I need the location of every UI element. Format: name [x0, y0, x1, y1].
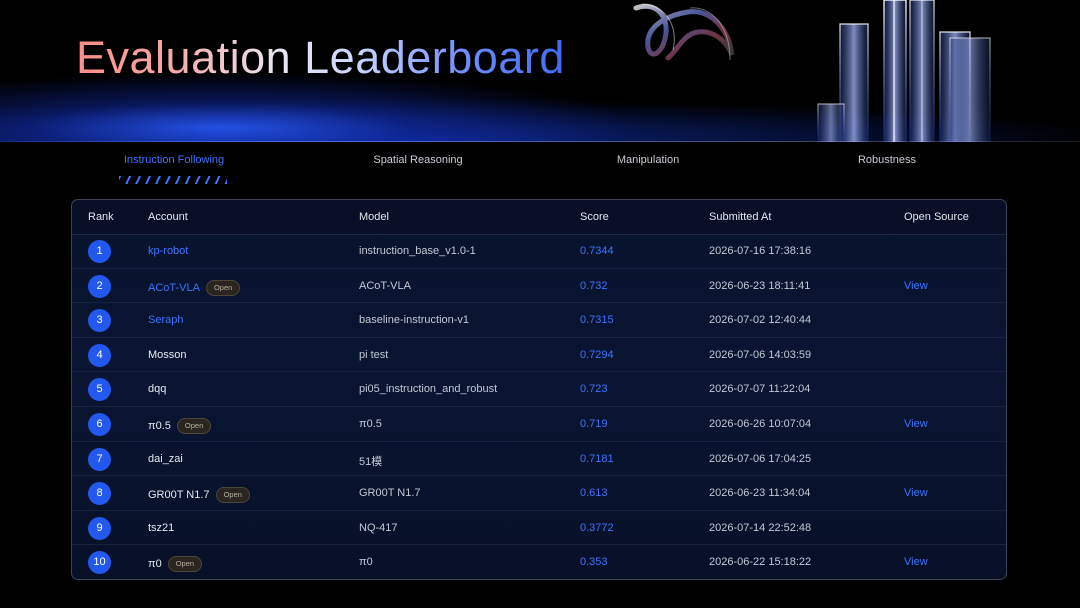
- score-cell: 0.732: [580, 279, 608, 292]
- page-title: Evaluation Leaderboard: [76, 30, 565, 86]
- account-name[interactable]: kp-robot: [148, 245, 188, 257]
- account-cell: dai_zai: [148, 453, 183, 465]
- score-cell: 0.7315: [580, 314, 614, 327]
- submitted-at-cell: 2026-07-02 12:40:44: [709, 314, 812, 327]
- account-cell: GR00T N1.7 Open: [148, 487, 250, 504]
- model-cell: baseline-instruction-v1: [359, 314, 470, 327]
- submitted-at-cell: 2026-07-14 22:52:48: [709, 521, 812, 534]
- account-cell: dqq: [148, 383, 166, 395]
- rank-badge: 10: [88, 551, 111, 575]
- submitted-at-cell: 2026-06-23 18:11:41: [709, 279, 811, 292]
- model-cell: instruction_base_v1.0-1: [359, 245, 476, 257]
- account-name[interactable]: ACoT-VLA: [148, 282, 200, 294]
- model-cell: pi test: [359, 348, 389, 361]
- table-row-3: 3 Seraph baseline-instruction-v1 0.7315 …: [72, 303, 1006, 338]
- open-badge: Open: [176, 417, 212, 434]
- open-badge: Open: [215, 487, 250, 504]
- account-cell: Mosson: [148, 349, 187, 361]
- account-cell: tsz21: [148, 522, 174, 534]
- account-cell: Seraph: [148, 314, 183, 326]
- account-cell: kp-robot: [148, 245, 188, 257]
- score-cell: 0.3772: [580, 521, 614, 534]
- open-badge: Open: [205, 279, 241, 296]
- table-row-5: 5 dqq pi05_instruction_and_robust 0.723 …: [72, 372, 1006, 407]
- view-source-link[interactable]: View: [904, 556, 928, 568]
- model-cell: pi05_instruction_and_robust: [359, 383, 498, 396]
- column-header-model: Model: [359, 211, 389, 223]
- rank-badge: 7: [88, 447, 111, 471]
- leaderboard-page: Evaluation Leaderboard Instruction Follo…: [0, 0, 1080, 608]
- submitted-at-cell: 2026-07-06 17:04:25: [709, 452, 812, 465]
- table-row-2: 2 ACoT-VLA Open ACoT-VLA 0.732 2026-06-23…: [72, 269, 1006, 304]
- leaderboard-table: Rank Account Model Score Submitted At Op…: [71, 199, 1007, 580]
- model-cell: π0.5: [359, 417, 382, 430]
- glass-ribbon-decoration: [633, 3, 735, 61]
- submitted-at-cell: 2026-06-22 15:18:22: [709, 556, 812, 569]
- view-source-link[interactable]: View: [904, 280, 928, 292]
- column-header-account: Account: [148, 211, 188, 223]
- rank-badge: 9: [88, 516, 111, 540]
- table-row-10: 10 π0 Open π0 0.353 2026-06-22 15:18:22 V…: [72, 545, 1006, 579]
- score-cell: 0.7181: [580, 452, 614, 465]
- table-row-9: 9 tsz21 NQ-417 0.3772 2026-07-14 22:52:4…: [72, 511, 1006, 546]
- account-cell: π0.5 Open: [148, 417, 212, 434]
- view-source-link[interactable]: View: [904, 487, 928, 499]
- account-name[interactable]: Seraph: [148, 314, 183, 326]
- hero-banner: Evaluation Leaderboard: [0, 0, 1080, 142]
- score-cell: 0.7344: [580, 245, 614, 257]
- submitted-at-cell: 2026-06-23 11:34:04: [709, 487, 811, 500]
- table-row-8: 8 GR00T N1.7 Open GR00T N1.7 0.613 2026-0…: [72, 476, 1006, 511]
- column-header-rank: Rank: [88, 211, 114, 223]
- rank-badge: 6: [88, 412, 111, 436]
- submitted-at-cell: 2026-07-16 17:38:16: [709, 245, 812, 257]
- rank-badge: 1: [88, 240, 111, 263]
- tab-manipulation[interactable]: Manipulation: [617, 154, 679, 166]
- account-name: tsz21: [148, 521, 175, 534]
- active-tab-indicator: [119, 176, 227, 184]
- account-name: dai_zai: [148, 452, 183, 465]
- table-row-4: 4 Mosson pi test 0.7294 2026-07-06 14:03…: [72, 338, 1006, 373]
- model-cell: 51模: [359, 455, 383, 468]
- view-source-link[interactable]: View: [904, 418, 928, 430]
- table-row-6: 6 π0.5 Open π0.5 0.719 2026-06-26 10:07:0…: [72, 407, 1006, 442]
- table-row-1: 1 kp-robot instruction_base_v1.0-1 0.734…: [72, 234, 1006, 269]
- account-name: π0.5: [148, 419, 171, 432]
- column-header-submitted-at: Submitted At: [709, 211, 772, 223]
- account-cell: ACoT-VLA Open: [148, 279, 241, 296]
- account-name: dqq: [148, 383, 167, 396]
- rank-badge: 3: [88, 309, 111, 333]
- open-badge: Open: [167, 556, 203, 573]
- score-cell: 0.7294: [580, 348, 614, 361]
- rank-badge: 8: [88, 482, 111, 506]
- column-header-score: Score: [580, 211, 609, 223]
- model-cell: NQ-417: [359, 521, 398, 534]
- rank-badge: 4: [88, 343, 111, 367]
- tab-spatial-reasoning[interactable]: Spatial Reasoning: [373, 154, 462, 166]
- category-tabs: Instruction Following Spatial Reasoning …: [0, 142, 1080, 192]
- table-header: Rank Account Model Score Submitted At Op…: [72, 200, 1006, 235]
- model-cell: GR00T N1.7: [359, 487, 421, 500]
- score-cell: 0.353: [580, 556, 608, 569]
- tab-robustness[interactable]: Robustness: [858, 154, 916, 166]
- score-cell: 0.719: [580, 417, 608, 430]
- account-name: GR00T N1.7: [148, 489, 210, 502]
- submitted-at-cell: 2026-07-06 14:03:59: [709, 348, 812, 361]
- account-name: Mosson: [148, 348, 187, 361]
- submitted-at-cell: 2026-06-26 10:07:04: [709, 417, 812, 430]
- submitted-at-cell: 2026-07-07 11:22:04: [709, 383, 811, 396]
- rank-badge: 5: [88, 378, 111, 402]
- table-body: 1 kp-robot instruction_base_v1.0-1 0.734…: [72, 234, 1006, 579]
- model-cell: ACoT-VLA: [359, 279, 411, 292]
- account-cell: π0 Open: [148, 556, 203, 573]
- glass-towers-decoration: [817, 0, 991, 142]
- model-cell: π0: [359, 556, 373, 569]
- rank-badge: 2: [88, 274, 111, 298]
- table-row-7: 7 dai_zai 51模 0.7181 2026-07-06 17:04:25: [72, 442, 1006, 477]
- tab-instruction-following[interactable]: Instruction Following: [124, 154, 224, 166]
- column-header-open-source: Open Source: [904, 211, 969, 223]
- score-cell: 0.723: [580, 383, 608, 396]
- score-cell: 0.613: [580, 487, 608, 500]
- account-name: π0: [148, 558, 162, 571]
